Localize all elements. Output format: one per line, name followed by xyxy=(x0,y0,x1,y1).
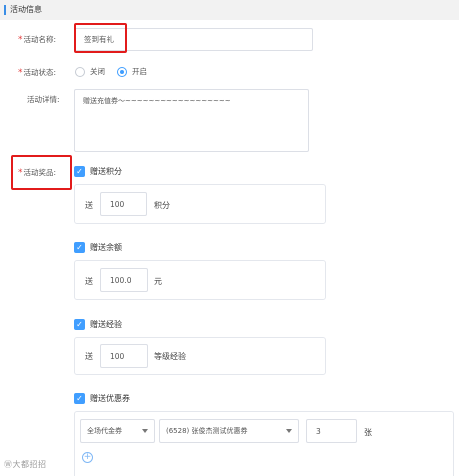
balance-input[interactable]: 100.0 xyxy=(100,268,148,292)
checkbox-checked-icon[interactable]: ✓ xyxy=(74,319,85,330)
section-title: 活动信息 xyxy=(10,5,42,14)
experience-unit: 等级经验 xyxy=(154,352,186,361)
activity-status-label-text: 活动状态: xyxy=(23,68,57,77)
balance-prefix: 送 xyxy=(85,277,93,286)
activity-name-label: *活动名称: xyxy=(18,35,56,45)
activity-detail-label: 活动详情: xyxy=(27,95,60,104)
balance-checkbox-row[interactable]: ✓ 赠送余额 xyxy=(74,242,122,253)
points-checkbox-row[interactable]: ✓ 赠送积分 xyxy=(74,166,122,177)
required-mark: * xyxy=(18,35,23,45)
experience-checkbox-row[interactable]: ✓ 赠送经验 xyxy=(74,319,122,330)
experience-input[interactable]: 100 xyxy=(100,344,148,368)
coupon-type-select[interactable]: 全场代金券 xyxy=(80,419,155,443)
activity-status-label: *活动状态: xyxy=(18,68,56,78)
points-prefix: 送 xyxy=(85,201,93,210)
chevron-down-icon xyxy=(142,429,148,433)
section-header xyxy=(0,0,459,20)
coupon-type-value: 全场代金券 xyxy=(87,427,122,435)
coupon-unit: 张 xyxy=(364,428,372,437)
coupon-select[interactable]: (6528) 张俊杰测试优惠券 xyxy=(159,419,299,443)
experience-prefix: 送 xyxy=(85,352,93,361)
activity-name-label-text: 活动名称: xyxy=(23,35,57,44)
points-checkbox-label: 赠送积分 xyxy=(90,167,122,176)
checkbox-checked-icon[interactable]: ✓ xyxy=(74,166,85,177)
activity-detail-textarea[interactable]: 赠送充值券～~~~~~~~~~~~~~~~~~~ xyxy=(74,89,309,152)
coupon-checkbox-row[interactable]: ✓ 赠送优惠券 xyxy=(74,393,130,404)
status-on-label: 开启 xyxy=(132,67,147,76)
status-off-label: 关闭 xyxy=(90,67,105,76)
points-input[interactable]: 100 xyxy=(100,192,147,216)
balance-checkbox-label: 赠送余额 xyxy=(90,243,122,252)
radio-on-icon[interactable] xyxy=(117,67,127,77)
chevron-down-icon xyxy=(286,429,292,433)
experience-value: 100 xyxy=(110,351,125,361)
checkbox-checked-icon[interactable]: ✓ xyxy=(74,393,85,404)
balance-unit: 元 xyxy=(154,277,162,286)
coupon-qty-value: 3 xyxy=(316,426,321,436)
points-value: 100 xyxy=(110,199,125,209)
add-coupon-icon[interactable]: + xyxy=(82,452,93,463)
status-option-off[interactable]: 关闭 xyxy=(75,67,105,77)
watermark: Ⓦ大都招招 xyxy=(4,460,47,469)
points-unit: 积分 xyxy=(154,201,170,210)
highlight-box-prize xyxy=(11,155,72,190)
status-option-on[interactable]: 开启 xyxy=(117,67,147,77)
section-accent-bar xyxy=(4,5,6,15)
experience-checkbox-label: 赠送经验 xyxy=(90,320,122,329)
highlight-box-name xyxy=(74,23,127,53)
required-mark: * xyxy=(18,68,23,78)
activity-detail-value: 赠送充值券～~~~~~~~~~~~~~~~~~~ xyxy=(83,97,231,105)
radio-off-icon[interactable] xyxy=(75,67,85,77)
balance-value: 100.0 xyxy=(110,275,132,285)
coupon-checkbox-label: 赠送优惠券 xyxy=(90,394,130,403)
checkbox-checked-icon[interactable]: ✓ xyxy=(74,242,85,253)
coupon-qty-input[interactable]: 3 xyxy=(306,419,357,443)
coupon-select-value: (6528) 张俊杰测试优惠券 xyxy=(166,427,248,435)
